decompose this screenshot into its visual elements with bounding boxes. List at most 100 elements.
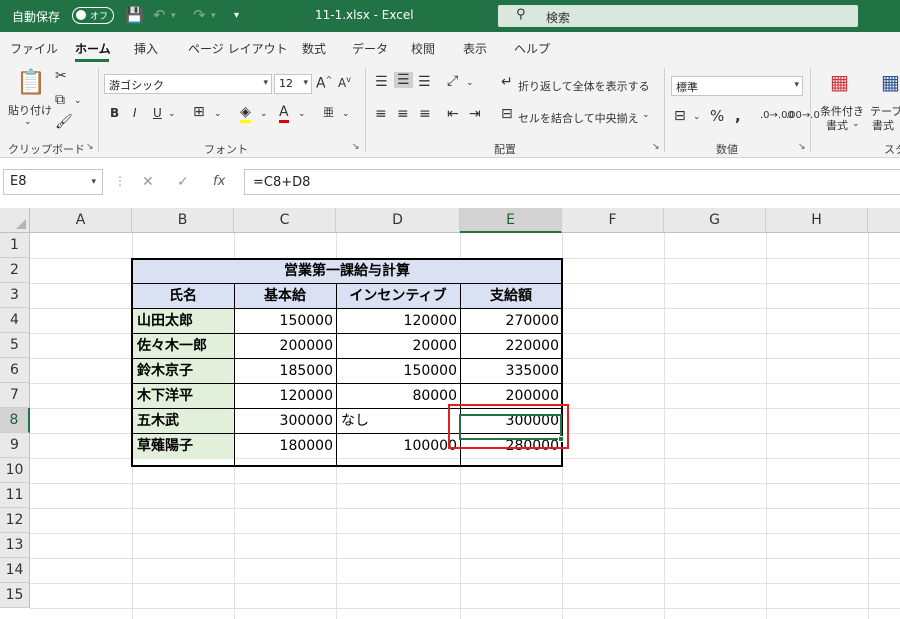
formula-input[interactable]: =C8+D8 xyxy=(244,169,900,195)
autosave-toggle[interactable]: オフ xyxy=(72,7,114,24)
row-header-2[interactable]: 2 xyxy=(0,258,30,283)
tab-page-layout[interactable]: ページ レイアウト xyxy=(188,40,288,57)
column-header-c[interactable]: C xyxy=(234,208,336,233)
cut-icon[interactable]: ✂ xyxy=(55,68,67,84)
tab-home[interactable]: ホーム xyxy=(75,40,111,57)
merge-center-button[interactable]: セルを結合して中央揃え xyxy=(518,110,639,126)
align-right-icon[interactable]: ≡ xyxy=(419,106,431,122)
phonetic-dropdown-icon[interactable]: ⌄ xyxy=(342,109,350,119)
align-center-icon[interactable]: ≡ xyxy=(397,106,409,122)
decrease-indent-icon[interactable]: ⇤ xyxy=(447,106,459,122)
format-painter-icon[interactable]: 🖌 xyxy=(55,114,73,130)
font-color-icon[interactable]: A xyxy=(279,104,289,123)
font-name-dropdown[interactable]: 游ゴシック ▾ xyxy=(104,74,272,94)
row-header-12[interactable]: 12 xyxy=(0,508,30,533)
row-header-1[interactable]: 1 xyxy=(0,233,30,258)
clipboard-launcher-icon[interactable]: ↘ xyxy=(86,142,94,152)
wrap-text-icon[interactable]: ↵ xyxy=(501,74,513,90)
tab-formulas[interactable]: 数式 xyxy=(302,40,326,57)
wrap-text-button[interactable]: 折り返して全体を表示する xyxy=(518,78,650,94)
copy-icon[interactable]: ⧉ xyxy=(55,92,65,108)
format-as-table-icon[interactable]: ▦ xyxy=(881,70,900,94)
column-header-b[interactable]: B xyxy=(132,208,234,233)
column-header-f[interactable]: F xyxy=(562,208,664,233)
orientation-dropdown-icon[interactable]: ⌄ xyxy=(466,78,474,88)
font-launcher-icon[interactable]: ↘ xyxy=(352,142,360,152)
merge-center-icon[interactable]: ⊟ xyxy=(501,106,513,122)
align-top-icon[interactable]: ☰ xyxy=(375,74,388,90)
enter-icon[interactable]: ✓ xyxy=(177,174,189,190)
format-as-table-label-2[interactable]: 書式 xyxy=(872,117,894,133)
conditional-dropdown-icon[interactable]: ⌄ xyxy=(852,119,860,129)
row-header-4[interactable]: 4 xyxy=(0,308,30,333)
italic-icon[interactable]: I xyxy=(133,106,137,120)
column-header-partial[interactable] xyxy=(868,208,900,233)
tab-help[interactable]: ヘルプ xyxy=(514,40,550,57)
decrease-font-icon[interactable]: Av xyxy=(338,75,351,90)
number-launcher-icon[interactable]: ↘ xyxy=(798,142,806,152)
row-header-8[interactable]: 8 xyxy=(0,408,30,433)
underline-dropdown-icon[interactable]: ⌄ xyxy=(168,109,176,119)
name-box[interactable]: E8 ▾ xyxy=(3,169,103,195)
font-color-dropdown-icon[interactable]: ⌄ xyxy=(298,109,306,119)
align-middle-icon[interactable]: ☰ xyxy=(394,72,413,88)
row-header-15[interactable]: 15 xyxy=(0,583,30,608)
row-header-11[interactable]: 11 xyxy=(0,483,30,508)
tab-review[interactable]: 校閲 xyxy=(411,40,435,57)
align-bottom-icon[interactable]: ☰ xyxy=(418,74,431,90)
row-header-7[interactable]: 7 xyxy=(0,383,30,408)
percent-icon[interactable]: % xyxy=(710,107,724,125)
conditional-formatting-icon[interactable]: ▦ xyxy=(830,70,849,94)
increase-font-icon[interactable]: A^ xyxy=(316,75,332,92)
align-left-icon[interactable]: ≡ xyxy=(375,106,387,122)
redo-icon[interactable]: ↷ xyxy=(193,6,206,24)
tab-view[interactable]: 表示 xyxy=(463,40,487,57)
insert-function-icon[interactable]: fx xyxy=(213,174,225,189)
comma-style-icon[interactable]: , xyxy=(735,107,741,125)
row-header-10[interactable]: 10 xyxy=(0,458,30,483)
column-header-d[interactable]: D xyxy=(336,208,460,233)
row-header-6[interactable]: 6 xyxy=(0,358,30,383)
cancel-icon[interactable]: ✕ xyxy=(142,174,154,190)
fill-color-icon[interactable]: ◈ xyxy=(240,104,251,123)
row-header-13[interactable]: 13 xyxy=(0,533,30,558)
redo-dropdown-icon[interactable]: ▾ xyxy=(211,11,216,21)
column-header-e[interactable]: E xyxy=(460,208,562,233)
undo-dropdown-icon[interactable]: ▾ xyxy=(171,11,176,21)
borders-icon[interactable]: ⊞ xyxy=(193,104,205,120)
undo-icon[interactable]: ↶ xyxy=(153,6,166,24)
save-icon[interactable]: 💾 xyxy=(125,6,144,24)
column-header-h[interactable]: H xyxy=(766,208,868,233)
orientation-icon[interactable]: ⤢ xyxy=(447,73,458,89)
alignment-launcher-icon[interactable]: ↘ xyxy=(652,142,660,152)
borders-dropdown-icon[interactable]: ⌄ xyxy=(214,109,222,119)
fill-color-dropdown-icon[interactable]: ⌄ xyxy=(260,109,268,119)
paste-button[interactable]: 貼り付け xyxy=(8,102,52,118)
customize-toolbar-icon[interactable]: ▾ xyxy=(234,10,239,21)
accounting-dropdown-icon[interactable]: ⌄ xyxy=(693,112,701,122)
increase-indent-icon[interactable]: ⇥ xyxy=(469,106,481,122)
tab-insert[interactable]: 挿入 xyxy=(134,40,158,57)
column-header-a[interactable]: A xyxy=(30,208,132,233)
tab-file[interactable]: ファイル xyxy=(10,40,58,57)
bold-icon[interactable]: B xyxy=(110,106,119,120)
search-box[interactable]: ⚲ 検索 xyxy=(498,5,858,27)
decrease-decimal-icon[interactable]: .00→.0 xyxy=(786,110,820,121)
paste-icon[interactable]: 📋 xyxy=(16,68,46,96)
conditional-formatting-label-2[interactable]: 書式 xyxy=(826,117,848,133)
select-all-button[interactable] xyxy=(0,208,30,233)
copy-dropdown-icon[interactable]: ⌄ xyxy=(74,96,82,106)
column-header-g[interactable]: G xyxy=(664,208,766,233)
row-header-9[interactable]: 9 xyxy=(0,433,30,458)
row-header-3[interactable]: 3 xyxy=(0,283,30,308)
row-header-5[interactable]: 5 xyxy=(0,333,30,358)
number-format-dropdown[interactable]: 標準 ▾ xyxy=(671,76,803,96)
merge-dropdown-icon[interactable]: ⌄ xyxy=(642,110,650,120)
font-size-dropdown[interactable]: 12 ▾ xyxy=(274,74,312,94)
row-header-14[interactable]: 14 xyxy=(0,558,30,583)
tab-data[interactable]: データ xyxy=(352,40,388,57)
underline-icon[interactable]: U xyxy=(153,106,162,120)
paste-dropdown-icon[interactable]: ⌄ xyxy=(24,117,32,127)
accounting-format-icon[interactable]: ⊟ xyxy=(674,108,686,124)
phonetic-guide-icon[interactable]: 亜 xyxy=(323,104,334,120)
